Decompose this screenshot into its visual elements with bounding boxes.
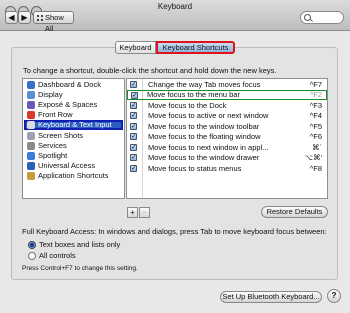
- shortcut-checkbox[interactable]: ✓: [131, 92, 138, 99]
- add-shortcut-button[interactable]: +: [127, 207, 138, 218]
- shortcut-row[interactable]: ✓ Move focus to the floating window ^F6: [127, 132, 327, 142]
- category-item[interactable]: Display: [24, 90, 123, 100]
- category-item[interactable]: Spotlight: [24, 151, 123, 161]
- grid-icon: [37, 15, 43, 21]
- category-list: Dashboard & Dock Display Exposé & Spaces…: [22, 78, 125, 199]
- radio-text-boxes-lists[interactable]: Text boxes and lists only: [28, 240, 228, 250]
- shortcut-checkbox[interactable]: ✓: [130, 133, 137, 140]
- shortcut-row-highlighted[interactable]: ✓ Move focus to the menu bar ^F2: [127, 90, 327, 100]
- spotlight-icon: [27, 152, 35, 160]
- category-item[interactable]: Universal Access: [24, 161, 123, 171]
- shortcut-checkbox[interactable]: ✓: [130, 144, 137, 151]
- help-button[interactable]: ?: [327, 289, 341, 303]
- shortcut-checkbox[interactable]: ✓: [130, 165, 137, 172]
- shortcut-row[interactable]: ✓ Move focus to the window toolbar ^F5: [127, 122, 327, 132]
- show-all-button[interactable]: Show All: [33, 11, 74, 33]
- shortcut-row[interactable]: ✓ Move focus to active or next window ^F…: [127, 111, 327, 121]
- category-item[interactable]: Application Shortcuts: [24, 171, 123, 181]
- shortcut-checkbox[interactable]: ✓: [130, 81, 137, 88]
- shortcut-row[interactable]: ✓ Move focus to the Dock ^F3: [127, 101, 327, 111]
- window-title: Keyboard: [157, 2, 193, 11]
- show-all-label: Show All: [45, 13, 64, 33]
- shortcut-checkbox[interactable]: ✓: [130, 102, 137, 109]
- title-bar: Keyboard ◀ ▶ Show All: [0, 0, 350, 33]
- shortcut-row[interactable]: ✓ Change the way Tab moves focus ^F7: [127, 80, 327, 90]
- remove-shortcut-button[interactable]: −: [139, 207, 150, 218]
- back-button[interactable]: ◀: [5, 11, 18, 24]
- shortcut-checkbox[interactable]: ✓: [130, 154, 137, 161]
- services-icon: [27, 142, 35, 150]
- keyboard-icon: [27, 121, 35, 129]
- screenshot-icon: [27, 132, 35, 140]
- category-item[interactable]: Screen Shots: [24, 131, 123, 141]
- radio-button-selected[interactable]: [28, 241, 36, 249]
- category-item[interactable]: Exposé & Spaces: [24, 100, 123, 110]
- category-item[interactable]: Services: [24, 141, 123, 151]
- forward-button[interactable]: ▶: [18, 11, 31, 24]
- shortcut-list: ✓ Change the way Tab moves focus ^F7 ✓ M…: [126, 78, 328, 199]
- restore-defaults-button[interactable]: Restore Defaults: [261, 206, 328, 218]
- dashboard-icon: [27, 81, 35, 89]
- tab-keyboard-shortcuts[interactable]: Keyboard Shortcuts: [156, 41, 235, 54]
- category-item[interactable]: Dashboard & Dock: [24, 80, 123, 90]
- universal-access-icon: [27, 162, 35, 170]
- shortcut-row[interactable]: ✓ Move focus to the window drawer ⌥⌘': [127, 153, 327, 163]
- shortcut-row[interactable]: ✓ Move focus to next window in appl... ⌘…: [127, 143, 327, 153]
- shortcut-row[interactable]: ✓ Move focus to status menus ^F8: [127, 164, 327, 174]
- tab-keyboard[interactable]: Keyboard: [115, 41, 156, 54]
- shortcut-checkbox[interactable]: ✓: [130, 123, 137, 130]
- display-icon: [27, 91, 35, 99]
- front-row-icon: [27, 111, 35, 119]
- shortcut-hint: To change a shortcut, double-click the s…: [23, 66, 277, 75]
- category-item-selected[interactable]: Keyboard & Text Input: [24, 120, 123, 130]
- radio-button[interactable]: [28, 252, 36, 260]
- control-f7-note: Press Control+F7 to change this setting.: [22, 265, 138, 272]
- app-shortcuts-icon: [27, 172, 35, 180]
- bluetooth-keyboard-button[interactable]: Set Up Bluetooth Keyboard...: [220, 291, 322, 303]
- radio-all-controls[interactable]: All controls: [28, 251, 228, 261]
- search-icon: [304, 14, 311, 21]
- category-item[interactable]: Front Row: [24, 110, 123, 120]
- expose-icon: [27, 101, 35, 109]
- full-keyboard-access-label: Full Keyboard Access: In windows and dia…: [22, 227, 327, 236]
- search-field[interactable]: [300, 11, 344, 24]
- shortcut-checkbox[interactable]: ✓: [130, 112, 137, 119]
